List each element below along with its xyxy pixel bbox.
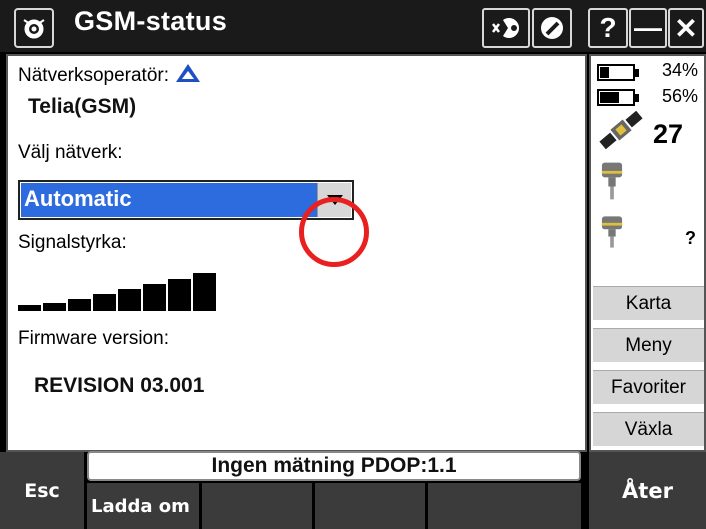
signal-bar	[143, 284, 166, 311]
gnss-receiver-icon	[601, 216, 623, 248]
map-button[interactable]: Karta	[593, 286, 704, 320]
window-title: GSM-status	[74, 6, 228, 36]
close-button[interactable]: ✕	[668, 8, 704, 48]
esc-softkey[interactable]: Esc	[0, 452, 84, 529]
empty-softkey[interactable]	[315, 483, 425, 529]
network-selected-value[interactable]: Automatic	[21, 183, 317, 217]
signal-bar	[18, 305, 41, 311]
app-menu-icon[interactable]	[14, 8, 54, 48]
back-softkey[interactable]: Åter	[589, 452, 706, 529]
signal-bar	[93, 294, 116, 311]
operator-value: Telia(GSM)	[28, 95, 137, 118]
highlight-circle	[299, 197, 369, 267]
title-bar: GSM-status ? — ✕	[0, 0, 706, 52]
signal-bar	[193, 273, 216, 311]
receiver-connect-icon[interactable]	[482, 8, 530, 48]
network-label: Välj nätverk:	[18, 142, 123, 163]
satellite-icon	[599, 110, 643, 150]
signal-label: Signalstyrka:	[18, 232, 127, 253]
firmware-value: REVISION 03.001	[34, 374, 205, 397]
menu-button[interactable]: Meny	[593, 328, 704, 362]
signal-strength-bars	[18, 271, 228, 311]
signal-bar	[168, 279, 191, 311]
battery2-percent: 56%	[661, 86, 698, 106]
switch-button[interactable]: Växla	[593, 412, 704, 446]
empty-softkey[interactable]	[428, 483, 581, 529]
minimize-button[interactable]: —	[629, 8, 667, 48]
satellite-count: 27	[653, 119, 684, 149]
battery-icon	[597, 89, 639, 106]
favorites-button[interactable]: Favoriter	[593, 370, 704, 404]
firmware-label: Firmware version:	[18, 328, 169, 349]
signal-bar	[43, 303, 66, 311]
no-entry-icon[interactable]	[532, 8, 572, 48]
receiver2-status: ?	[685, 228, 696, 248]
signal-bar	[118, 289, 141, 311]
gsm-status-panel: Nätverksoperatör: Telia(GSM) Välj nätver…	[6, 54, 587, 452]
measurement-status-bar: Ingen mätning PDOP:1.1	[87, 451, 581, 481]
network-triangle-icon	[176, 64, 201, 82]
status-sidebar: 34% 56% 27 ? Karta Meny Favoriter Växla	[589, 54, 706, 452]
signal-bar	[68, 299, 91, 311]
battery-icon	[597, 64, 639, 81]
operator-label: Nätverksoperatör:	[18, 62, 202, 87]
reload-softkey[interactable]: Ladda om	[87, 483, 199, 529]
help-button[interactable]: ?	[588, 8, 628, 48]
gnss-receiver-icon	[601, 162, 623, 200]
battery1-percent: 34%	[661, 60, 698, 80]
empty-softkey[interactable]	[202, 483, 312, 529]
